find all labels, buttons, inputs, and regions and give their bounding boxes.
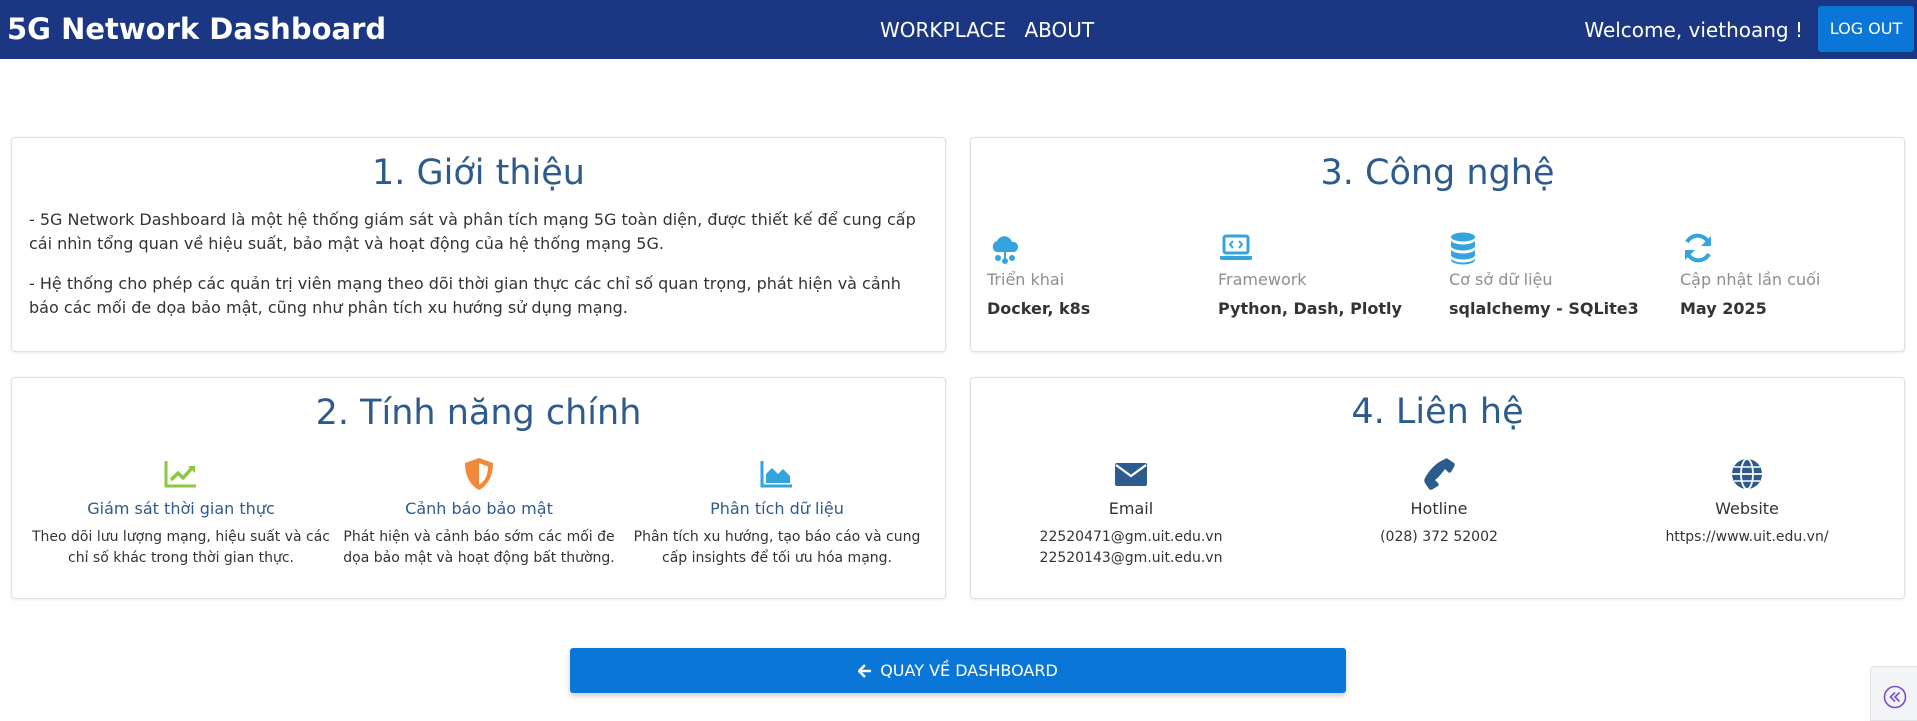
contact-value: https://www.uit.edu.vn/	[1597, 527, 1897, 548]
contact-title-email: Email	[1108, 499, 1154, 518]
features-card: 2. Tính năng chính Giám sát thời gian th…	[11, 377, 946, 599]
feature-item-security: Cảnh báo bảo mật Phát hiện và cảnh báo s…	[329, 456, 629, 569]
contact-item-website: Website https://www.uit.edu.vn/	[1597, 456, 1897, 548]
features-title: 2. Tính năng chính	[315, 393, 642, 433]
chart-line-icon	[164, 461, 196, 488]
tech-label: Triển khai	[987, 270, 1065, 289]
tech-label: Cơ sở dữ liệu	[1449, 270, 1553, 289]
nav-links: WORKPLACE ABOUT	[880, 18, 1106, 42]
feature-desc: Phát hiện và cảnh báo sớm các mối đe dọa…	[343, 529, 615, 566]
feature-title: Phân tích dữ liệu	[710, 499, 844, 518]
tech-label: Cập nhật lần cuối	[1680, 270, 1821, 289]
intro-title: 1. Giới thiệu	[372, 153, 585, 193]
nav-workplace-link[interactable]: WORKPLACE	[880, 18, 1006, 42]
arrow-left-icon	[858, 663, 872, 678]
contact-title-hotline: Hotline	[1410, 499, 1468, 518]
cloud-network-icon	[992, 236, 1019, 264]
phone-icon	[1424, 458, 1455, 490]
tech-value: sqlalchemy - SQLite3	[1449, 299, 1639, 318]
tech-value: Python, Dash, Plotly	[1218, 299, 1402, 318]
database-icon	[1451, 232, 1475, 265]
sidebar-toggle[interactable]	[1870, 666, 1917, 721]
tech-item-updated: Cập nhật lần cuối May 2025	[1680, 230, 1900, 318]
tech-item-framework: Framework Python, Dash, Plotly	[1218, 230, 1438, 318]
back-button-label: QUAY VỀ DASHBOARD	[880, 661, 1058, 680]
envelope-icon	[1115, 463, 1147, 486]
top-navbar: 5G Network Dashboard WORKPLACE ABOUT Wel…	[0, 0, 1917, 59]
sync-icon	[1685, 233, 1711, 263]
feature-desc: Phân tích xu hướng, tạo báo cáo và cung …	[633, 529, 921, 566]
logout-button[interactable]: LOG OUT	[1818, 6, 1914, 52]
feature-title: Giám sát thời gian thực	[87, 499, 275, 518]
hotline-line[interactable]: (028) 372 52002	[1289, 527, 1589, 548]
nav-about-link[interactable]: ABOUT	[1024, 18, 1094, 42]
feature-item-analytics: Phân tích dữ liệu Phân tích xu hướng, tạ…	[627, 456, 927, 569]
back-to-dashboard-button[interactable]: QUAY VỀ DASHBOARD	[570, 648, 1346, 693]
tech-label: Framework	[1218, 270, 1307, 289]
email-line[interactable]: 22520143@gm.uit.edu.vn	[981, 548, 1281, 569]
tech-value: May 2025	[1680, 299, 1767, 318]
welcome-text: Welcome, viethoang !	[1584, 18, 1803, 42]
feature-title: Cảnh báo bảo mật	[405, 499, 553, 518]
shield-icon	[465, 458, 493, 490]
contact-item-hotline: Hotline (028) 372 52002	[1289, 456, 1589, 548]
tech-item-deploy: Triển khai Docker, k8s	[987, 230, 1207, 318]
tech-value: Docker, k8s	[987, 299, 1091, 318]
intro-card: 1. Giới thiệu - 5G Network Dashboard là …	[11, 137, 946, 352]
contact-item-email: Email 22520471@gm.uit.edu.vn 22520143@gm…	[981, 456, 1281, 569]
tech-title: 3. Công nghệ	[1320, 153, 1555, 193]
feature-item-monitoring: Giám sát thời gian thực Theo dõi lưu lượ…	[31, 456, 331, 569]
tech-item-database: Cơ sở dữ liệu sqlalchemy - SQLite3	[1449, 230, 1669, 318]
contact-value: 22520471@gm.uit.edu.vn 22520143@gm.uit.e…	[981, 527, 1281, 569]
website-link[interactable]: https://www.uit.edu.vn/	[1597, 527, 1897, 548]
feature-desc: Theo dõi lưu lượng mạng, hiệu suất và cá…	[31, 529, 331, 566]
email-line[interactable]: 22520471@gm.uit.edu.vn	[981, 527, 1281, 548]
intro-paragraph: - Hệ thống cho phép các quản trị viên mạ…	[29, 274, 901, 317]
double-chevron-left-icon	[1883, 685, 1907, 709]
contact-value: (028) 372 52002	[1289, 527, 1589, 548]
app-brand[interactable]: 5G Network Dashboard	[7, 12, 386, 46]
laptop-code-icon	[1220, 234, 1252, 260]
intro-paragraph: - 5G Network Dashboard là một hệ thống g…	[29, 210, 916, 253]
chart-area-icon	[760, 461, 792, 488]
contact-title: 4. Liên hệ	[1351, 392, 1524, 432]
tech-card: 3. Công nghệ Triển khai Docker, k8s Fram…	[970, 137, 1905, 352]
contact-title-website: Website	[1715, 499, 1779, 518]
contact-card: 4. Liên hệ Email 22520471@gm.uit.edu.vn …	[970, 377, 1905, 599]
globe-icon	[1732, 458, 1762, 490]
